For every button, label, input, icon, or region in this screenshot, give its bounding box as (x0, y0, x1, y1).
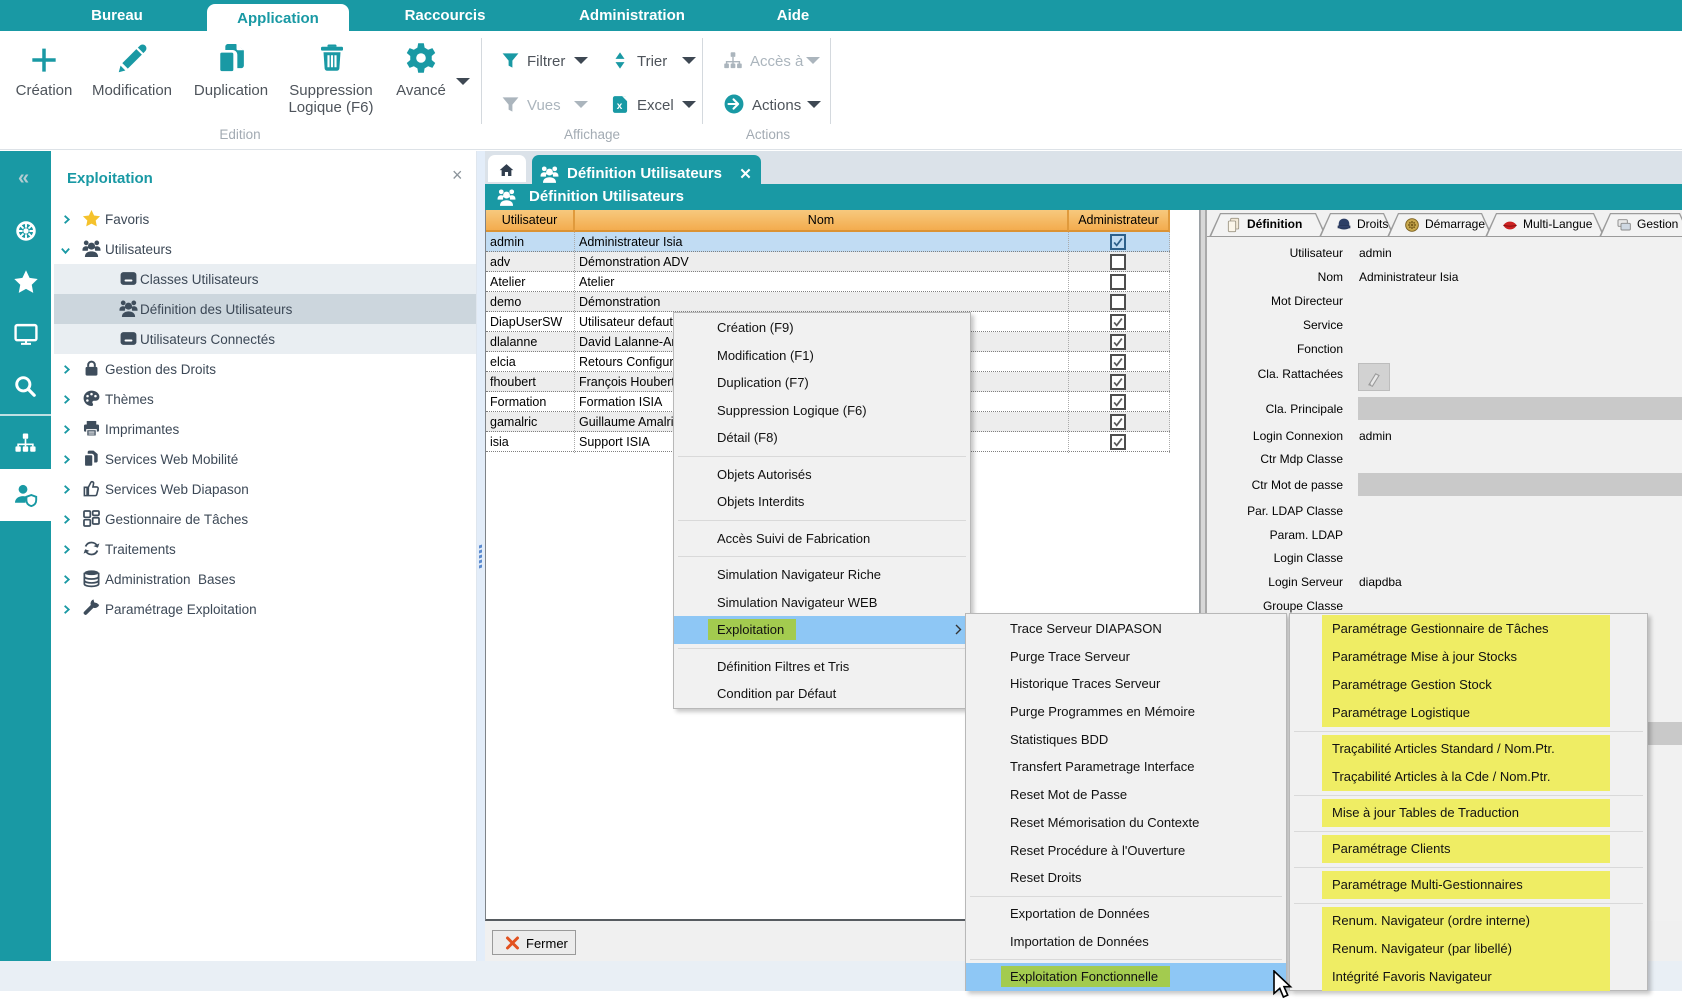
svg-text:x: x (617, 101, 623, 112)
